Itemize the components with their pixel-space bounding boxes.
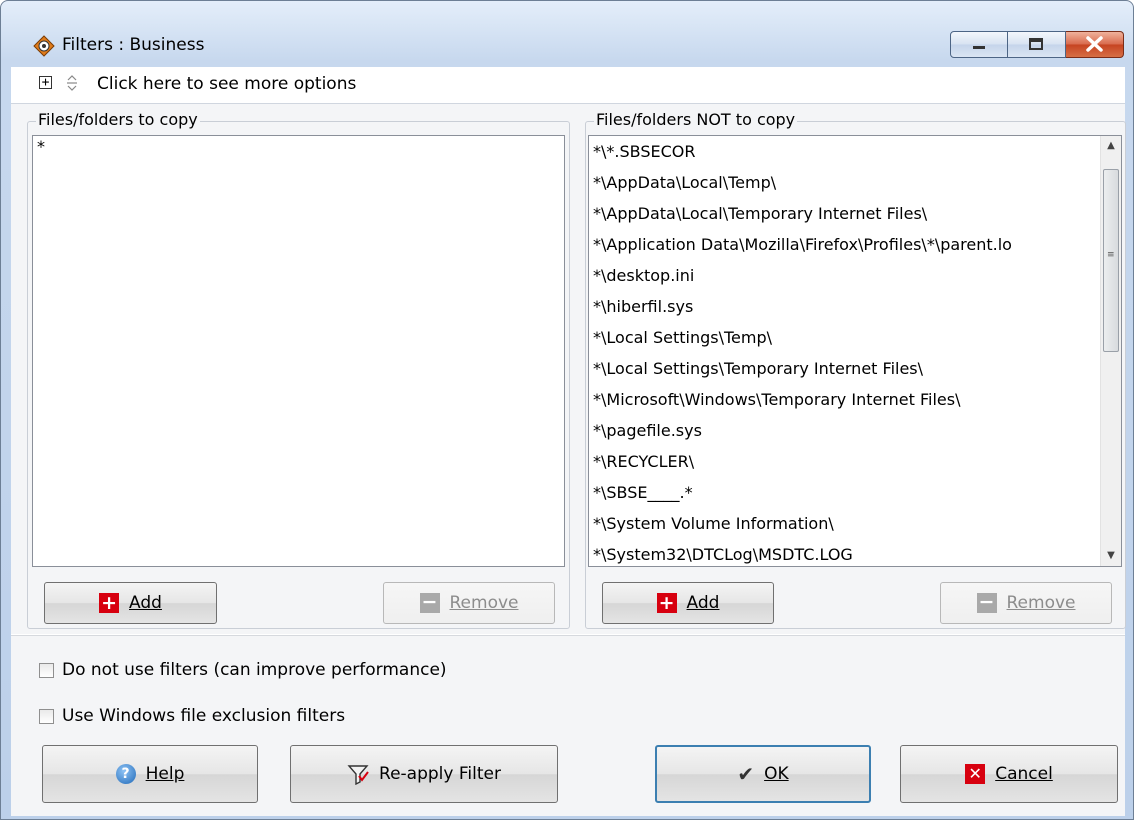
minimize-button[interactable] bbox=[950, 31, 1008, 58]
close-button[interactable] bbox=[1066, 31, 1124, 58]
expand-arrows-icon bbox=[67, 75, 77, 91]
expand-plus-icon[interactable]: + bbox=[39, 76, 52, 89]
ok-button[interactable]: ✔ OK bbox=[655, 745, 871, 803]
reapply-filter-label: Re-apply Filter bbox=[379, 764, 501, 784]
help-label: Help bbox=[145, 764, 185, 784]
maximize-button[interactable] bbox=[1008, 31, 1066, 58]
windows-exclusion-checkbox[interactable] bbox=[39, 708, 54, 724]
exclude-add-label: Add bbox=[686, 593, 720, 613]
cancel-button[interactable]: ✕ Cancel bbox=[900, 745, 1118, 803]
exclude-list-item[interactable]: *\System32\DTCLog\MSDTC.LOG bbox=[589, 539, 1101, 566]
minimize-icon bbox=[973, 46, 985, 49]
no-filters-option[interactable]: Do not use filters (can improve performa… bbox=[39, 660, 447, 680]
exclude-list-item[interactable]: *\System Volume Information\ bbox=[589, 508, 1101, 539]
filter-reapply-icon bbox=[347, 765, 369, 785]
include-remove-button[interactable]: − Remove bbox=[383, 582, 555, 624]
exclude-list-item[interactable]: *\AppData\Local\Temporary Internet Files… bbox=[589, 198, 1101, 229]
windows-exclusion-option[interactable]: Use Windows file exclusion filters bbox=[39, 706, 345, 726]
dialog-footer: Do not use filters (can improve performa… bbox=[11, 635, 1125, 816]
exclude-list-item[interactable]: *\hiberfil.sys bbox=[589, 291, 1101, 322]
filters-dialog: Filters : Business + Click here to see m… bbox=[0, 0, 1134, 820]
include-list-item[interactable]: * bbox=[33, 136, 564, 158]
scroll-up-arrow-icon[interactable]: ▲ bbox=[1101, 136, 1121, 156]
title-bar[interactable]: Filters : Business bbox=[1, 1, 1133, 59]
maximize-icon bbox=[1029, 38, 1043, 50]
include-add-button[interactable]: + Add bbox=[44, 582, 217, 624]
help-button[interactable]: ? Help bbox=[42, 745, 258, 803]
remove-icon: − bbox=[976, 593, 997, 613]
exclude-list-item[interactable]: *\desktop.ini bbox=[589, 260, 1101, 291]
add-icon: + bbox=[656, 593, 677, 613]
exclude-list-item[interactable]: *\*.SBSECOR bbox=[589, 136, 1101, 167]
exclude-remove-label: Remove bbox=[1006, 593, 1076, 613]
exclude-list-item[interactable]: *\Microsoft\Windows\Temporary Internet F… bbox=[589, 384, 1101, 415]
windows-exclusion-label[interactable]: Use Windows file exclusion filters bbox=[62, 706, 345, 726]
more-options-label[interactable]: Click here to see more options bbox=[97, 73, 356, 95]
dialog-client-area: + Click here to see more options Files/f… bbox=[11, 67, 1126, 816]
exclude-add-button[interactable]: + Add bbox=[602, 582, 774, 624]
exclude-group: Files/folders NOT to copy *\*.SBSECOR *\… bbox=[585, 110, 1126, 629]
exclude-list-item[interactable]: *\SBSE____.* bbox=[589, 477, 1101, 508]
exclude-remove-button[interactable]: − Remove bbox=[940, 582, 1112, 624]
include-listbox[interactable]: * bbox=[32, 135, 565, 567]
add-icon: + bbox=[99, 593, 120, 613]
ok-label: OK bbox=[764, 764, 789, 784]
window-title: Filters : Business bbox=[62, 35, 205, 55]
scroll-down-arrow-icon[interactable]: ▼ bbox=[1101, 546, 1121, 566]
help-icon: ? bbox=[115, 764, 136, 784]
grip-icon: ≡ bbox=[1107, 250, 1115, 260]
reapply-filter-button[interactable]: Re-apply Filter bbox=[290, 745, 558, 803]
exclude-list-item[interactable]: *\Local Settings\Temp\ bbox=[589, 322, 1101, 353]
include-group: Files/folders to copy * + Add − Remove bbox=[27, 110, 570, 629]
cancel-x-icon: ✕ bbox=[965, 764, 986, 784]
more-options-bar[interactable]: + Click here to see more options bbox=[11, 67, 1125, 104]
cancel-label: Cancel bbox=[995, 764, 1053, 784]
exclude-list-item[interactable]: *\Local Settings\Temporary Internet File… bbox=[589, 353, 1101, 384]
no-filters-checkbox[interactable] bbox=[39, 662, 54, 678]
exclude-listbox[interactable]: *\*.SBSECOR *\AppData\Local\Temp\ *\AppD… bbox=[588, 135, 1122, 567]
exclude-list-item[interactable]: *\pagefile.sys bbox=[589, 415, 1101, 446]
remove-icon: − bbox=[419, 593, 440, 613]
app-icon bbox=[33, 35, 55, 57]
exclude-list-item[interactable]: *\AppData\Local\Temp\ bbox=[589, 167, 1101, 198]
checkmark-icon: ✔ bbox=[737, 762, 755, 786]
exclude-list-item[interactable]: *\Application Data\Mozilla\Firefox\Profi… bbox=[589, 229, 1101, 260]
filter-panels: Files/folders to copy * + Add − Remove F… bbox=[11, 104, 1126, 634]
exclude-scrollbar[interactable]: ▲ ≡ ▼ bbox=[1100, 136, 1121, 566]
scrollbar-thumb[interactable]: ≡ bbox=[1103, 169, 1119, 352]
include-remove-label: Remove bbox=[449, 593, 519, 613]
exclude-list-item[interactable]: *\RECYCLER\ bbox=[589, 446, 1101, 477]
include-add-label: Add bbox=[129, 593, 162, 613]
close-icon bbox=[1086, 36, 1103, 52]
no-filters-label[interactable]: Do not use filters (can improve performa… bbox=[62, 660, 447, 680]
exclude-group-title: Files/folders NOT to copy bbox=[594, 110, 798, 130]
include-group-title: Files/folders to copy bbox=[36, 110, 200, 130]
